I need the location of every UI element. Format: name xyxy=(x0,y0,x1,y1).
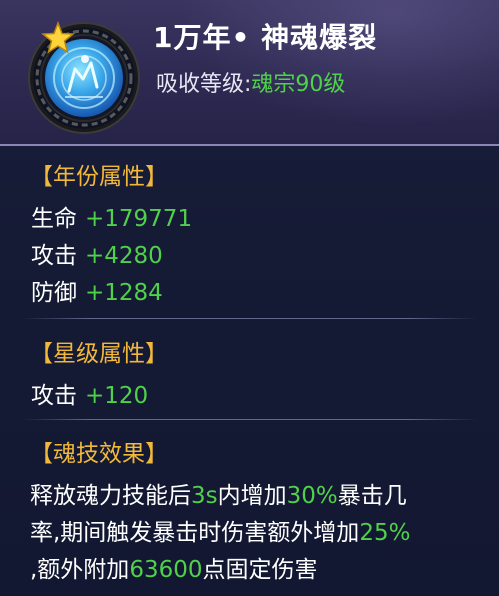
stat-label: 防御 xyxy=(31,280,77,306)
skill-header: 1万年• 神魂爆裂 吸收等级:魂宗90级 xyxy=(0,0,499,146)
effect-highlight: 63600 xyxy=(129,557,203,583)
skill-icon-button[interactable] xyxy=(33,21,135,129)
skill-title: 1万年• 神魂爆裂 xyxy=(153,21,378,54)
skill-detail-panel: 1万年• 神魂爆裂 吸收等级:魂宗90级 【年份属性】 生命 +179771 攻击… xyxy=(0,0,499,596)
absorb-level-label: 吸收等级: xyxy=(156,72,252,97)
stat-row-hp: 生命 +179771 xyxy=(31,199,192,233)
effect-text: 点固定伤害 xyxy=(202,557,318,583)
stat-value: +1284 xyxy=(85,280,163,306)
effect-heading: 【魂技效果】 xyxy=(30,441,168,467)
stat-row-star-attack: 攻击 +120 xyxy=(31,376,148,410)
scrollbar[interactable] xyxy=(487,152,491,592)
effect-text: 率,期间触发暴击时伤害额外增加 xyxy=(30,520,360,546)
effect-highlight: 25% xyxy=(359,520,411,546)
effect-line-2: 率,期间触发暴击时伤害额外增加25% xyxy=(30,513,410,547)
effect-line-1: 释放魂力技能后3s内增加30%暴击几 xyxy=(30,476,407,510)
stat-label: 生命 xyxy=(31,206,77,232)
stat-value: +120 xyxy=(85,383,149,409)
star-icon xyxy=(41,21,75,54)
star-attrs-heading: 【星级属性】 xyxy=(30,341,168,367)
stat-label: 攻击 xyxy=(31,243,77,269)
effect-text: 内增加 xyxy=(217,483,287,509)
effect-line-3: ,额外附加63600点固定伤害 xyxy=(30,550,317,584)
stat-row-defense: 防御 +1284 xyxy=(31,273,163,307)
stat-value: +4280 xyxy=(85,243,163,269)
effect-highlight: 3s xyxy=(191,483,218,509)
stat-row-attack: 攻击 +4280 xyxy=(31,236,163,270)
section-divider xyxy=(22,419,477,420)
absorb-level-value: 魂宗90级 xyxy=(251,72,346,97)
stat-label: 攻击 xyxy=(31,383,77,409)
year-attrs-heading: 【年份属性】 xyxy=(30,164,168,190)
absorb-level: 吸收等级:魂宗90级 xyxy=(156,66,345,98)
effect-text: ,额外附加 xyxy=(30,557,130,583)
stat-value: +179771 xyxy=(85,206,193,232)
effect-text: 暴击几 xyxy=(337,483,407,509)
effect-text: 释放魂力技能后 xyxy=(30,483,191,509)
section-divider xyxy=(22,318,477,319)
effect-highlight: 30% xyxy=(286,483,338,509)
